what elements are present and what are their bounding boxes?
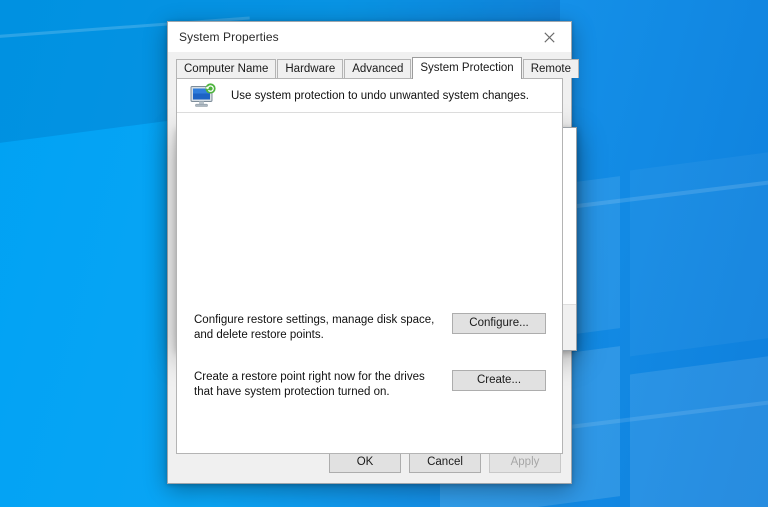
system-protection-intro: Use system protection to undo unwanted s… — [177, 79, 562, 113]
logo-pane-bottom-right — [630, 341, 768, 507]
system-properties-window: System Properties Computer Name Hardware… — [167, 21, 579, 484]
create-restore-point-section: Create a restore point right now for the… — [177, 370, 562, 399]
system-properties-title: System Properties — [179, 30, 279, 44]
ok-button[interactable]: OK — [329, 451, 401, 473]
cancel-button[interactable]: Cancel — [409, 451, 481, 473]
system-properties-tabstrip: Computer Name Hardware Advanced System P… — [176, 56, 579, 79]
system-protection-intro-text: Use system protection to undo unwanted s… — [231, 89, 529, 102]
logo-pane-top-right — [630, 137, 768, 357]
tab-remote[interactable]: Remote — [522, 59, 579, 78]
configure-section-text: Configure restore settings, manage disk … — [194, 314, 435, 341]
system-properties-titlebar: System Properties — [168, 22, 571, 52]
system-protection-monitor-icon — [189, 82, 219, 109]
configure-section: Configure restore settings, manage disk … — [177, 313, 562, 342]
tab-computer-name[interactable]: Computer Name — [176, 59, 277, 78]
apply-button: Apply — [489, 451, 561, 473]
close-icon[interactable] — [527, 22, 571, 52]
create-restore-point-section-text: Create a restore point right now for the… — [194, 371, 425, 398]
tab-advanced[interactable]: Advanced — [344, 59, 412, 78]
tab-system-protection[interactable]: System Protection — [412, 57, 522, 79]
configure-button[interactable]: Configure... — [452, 313, 546, 334]
tab-hardware[interactable]: Hardware — [277, 59, 344, 78]
create-restore-point-button[interactable]: Create... — [452, 370, 546, 391]
system-protection-tab-page: Use system protection to undo unwanted s… — [176, 78, 563, 454]
